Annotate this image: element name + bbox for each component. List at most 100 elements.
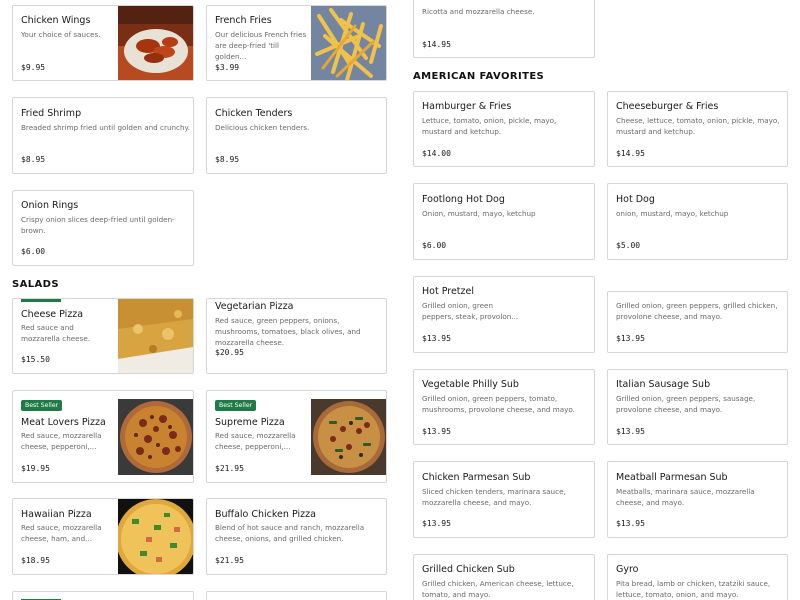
item-name: French Fries — [215, 15, 272, 26]
item-name: Chicken Wings — [21, 15, 91, 26]
item-name: Meat Lovers Pizza — [21, 417, 106, 428]
item-price: $14.00 — [422, 149, 451, 158]
menu-item-card[interactable]: French Fries Our delicious French fries … — [206, 5, 387, 81]
item-price: $21.95 — [215, 464, 244, 473]
best-seller-badge: Best Seller — [21, 400, 63, 411]
menu-item-card[interactable]: Vegetable Philly Sub Grilled onion, gree… — [413, 369, 595, 445]
item-price: $13.95 — [616, 334, 645, 343]
item-description: Red sauce, mozzarella cheese, ham, and..… — [21, 523, 102, 543]
menu-item-card[interactable]: Best Seller Meat Lovers Pizza Red sauce,… — [12, 390, 194, 483]
item-price: $19.95 — [21, 464, 50, 473]
menu-item-card[interactable]: Italian Sausage Sub Grilled onion, green… — [607, 369, 788, 445]
menu-item-card[interactable]: Hawaiian Pizza Red sauce, mozzarella che… — [12, 498, 194, 575]
hawaiian-pizza-image — [118, 499, 193, 574]
menu-item-card[interactable] — [12, 591, 194, 600]
supreme-pizza-image — [311, 399, 386, 475]
item-name: Hawaiian Pizza — [21, 509, 92, 520]
item-description: Onion, mustard, mayo, ketchup — [422, 209, 536, 218]
meat-lovers-pizza-image — [118, 399, 193, 475]
menu-item-card[interactable]: Cheese Pizza Red sauce and mozzarella ch… — [12, 298, 194, 374]
menu-item-card[interactable]: Cheeseburger & Fries Cheese, lettuce, to… — [607, 91, 788, 167]
item-name: Vegetable Philly Sub — [422, 379, 519, 390]
item-name: Cheese Pizza — [21, 309, 84, 320]
menu-item-card[interactable]: Vegetarian Pizza Red sauce, green pepper… — [206, 298, 387, 374]
item-name: Meatball Parmesan Sub — [616, 472, 728, 483]
item-description: Red sauce, mozzarella cheese, pepperoni,… — [21, 431, 102, 451]
menu-item-card[interactable]: Best Seller Supreme Pizza Red sauce, moz… — [206, 390, 387, 483]
menu-item-card[interactable]: Meatball Parmesan Sub Meatballs, marinar… — [607, 461, 788, 538]
item-description: Delicious chicken tenders. — [215, 123, 310, 132]
menu-item-card[interactable]: Chicken Parmesan Sub Sliced chicken tend… — [413, 461, 595, 538]
item-name: Supreme Pizza — [215, 417, 285, 428]
item-description: Red sauce and mozzarella cheese. — [21, 323, 91, 343]
item-description: Grilled chicken, American cheese, lettuc… — [422, 579, 574, 599]
item-description: Blend of hot sauce and ranch, mozzarella… — [215, 523, 365, 543]
best-seller-badge: Best Seller — [215, 400, 257, 411]
item-price: $13.95 — [422, 519, 451, 528]
item-name: Grilled Chicken Sub — [422, 564, 515, 575]
menu-item-card[interactable]: Chicken Wings Your choice of sauces. $9.… — [12, 5, 194, 81]
item-name: Chicken Parmesan Sub — [422, 472, 531, 483]
menu-item-card[interactable]: Buffalo Chicken Pizza Blend of hot sauce… — [206, 498, 387, 575]
menu-item-card[interactable]: Grilled onion, green peppers, grilled ch… — [607, 291, 788, 353]
menu-item-card[interactable]: Ricotta and mozzarella cheese. $14.95 — [413, 0, 595, 58]
item-name: Hot Pretzel — [422, 286, 474, 297]
item-description: Pita bread, lamb or chicken, tzatziki sa… — [616, 579, 771, 599]
menu-item-card[interactable]: Hot Pretzel Grilled onion, green peppers… — [413, 276, 595, 353]
menu-item-card[interactable] — [206, 591, 387, 600]
item-price: $14.95 — [616, 149, 645, 158]
menu-item-card[interactable]: Fried Shrimp Breaded shrimp fried until … — [12, 97, 194, 174]
item-description: Grilled onion, green peppers, sausage, p… — [616, 394, 756, 414]
item-price: $5.00 — [616, 241, 641, 250]
french-fries-image — [311, 6, 386, 80]
item-description: Your choice of sauces. — [21, 30, 101, 39]
item-price: $8.95 — [215, 155, 240, 164]
item-name: Cheeseburger & Fries — [616, 101, 719, 112]
item-name: Chicken Tenders — [215, 108, 293, 119]
item-description: Breaded shrimp fried until golden and cr… — [21, 123, 191, 132]
item-price: $6.00 — [21, 247, 46, 256]
item-price: $3.99 — [215, 63, 240, 72]
best-seller-indicator — [21, 299, 61, 302]
menu-item-card[interactable]: Grilled Chicken Sub Grilled chicken, Ame… — [413, 554, 595, 600]
item-name: Hot Dog — [616, 194, 655, 205]
item-description: Ricotta and mozzarella cheese. — [422, 7, 535, 16]
item-price: $13.95 — [616, 427, 645, 436]
item-name: Gyro — [616, 564, 639, 575]
item-price: $13.95 — [422, 427, 451, 436]
menu-item-card[interactable]: Gyro Pita bread, lamb or chicken, tzatzi… — [607, 554, 788, 600]
item-description: Lettuce, tomato, onion, pickle, mayo, mu… — [422, 116, 557, 136]
item-description: Grilled onion, green peppers, steak, pro… — [422, 301, 519, 321]
item-price: $18.95 — [21, 556, 50, 565]
item-price: $21.95 — [215, 556, 244, 565]
item-price: $6.00 — [422, 241, 447, 250]
item-price: $14.95 — [422, 40, 451, 49]
item-price: $13.95 — [616, 519, 645, 528]
menu-item-card[interactable]: Chicken Tenders Delicious chicken tender… — [206, 97, 387, 174]
item-price: $13.95 — [422, 334, 451, 343]
item-description: Crispy onion slices deep-fried until gol… — [21, 215, 175, 235]
item-description: onion, mustard, mayo, ketchup — [616, 209, 729, 218]
section-title-salads: SALADS — [12, 279, 59, 290]
item-name: Fried Shrimp — [21, 108, 82, 119]
item-name: Vegetarian Pizza — [215, 301, 294, 312]
item-name: Onion Rings — [21, 200, 79, 211]
cheese-pizza-image — [118, 299, 193, 373]
item-description: Meatballs, marinara sauce, mozzarella ch… — [616, 487, 755, 507]
menu-item-card[interactable]: Footlong Hot Dog Onion, mustard, mayo, k… — [413, 183, 595, 260]
item-name: Hamburger & Fries — [422, 101, 512, 112]
item-description: Sliced chicken tenders, marinara sauce, … — [422, 487, 566, 507]
item-price: $8.95 — [21, 155, 46, 164]
item-description: Red sauce, green peppers, onions, mushro… — [215, 316, 361, 347]
item-name: Buffalo Chicken Pizza — [215, 509, 316, 520]
section-title-american-favorites: AMERICAN FAVORITES — [413, 71, 545, 82]
item-description: Our delicious French fries are deep-frie… — [215, 30, 307, 61]
menu-item-card[interactable]: Hot Dog onion, mustard, mayo, ketchup $5… — [607, 183, 788, 260]
item-description: Grilled onion, green peppers, tomato, mu… — [422, 394, 575, 414]
menu-item-card[interactable]: Onion Rings Crispy onion slices deep-fri… — [12, 190, 194, 266]
item-description: Cheese, lettuce, tomato, onion, pickle, … — [616, 116, 780, 136]
menu-item-card[interactable]: Hamburger & Fries Lettuce, tomato, onion… — [413, 91, 595, 167]
item-price: $15.50 — [21, 355, 50, 364]
item-price: $9.95 — [21, 63, 46, 72]
item-price: $20.95 — [215, 348, 244, 357]
